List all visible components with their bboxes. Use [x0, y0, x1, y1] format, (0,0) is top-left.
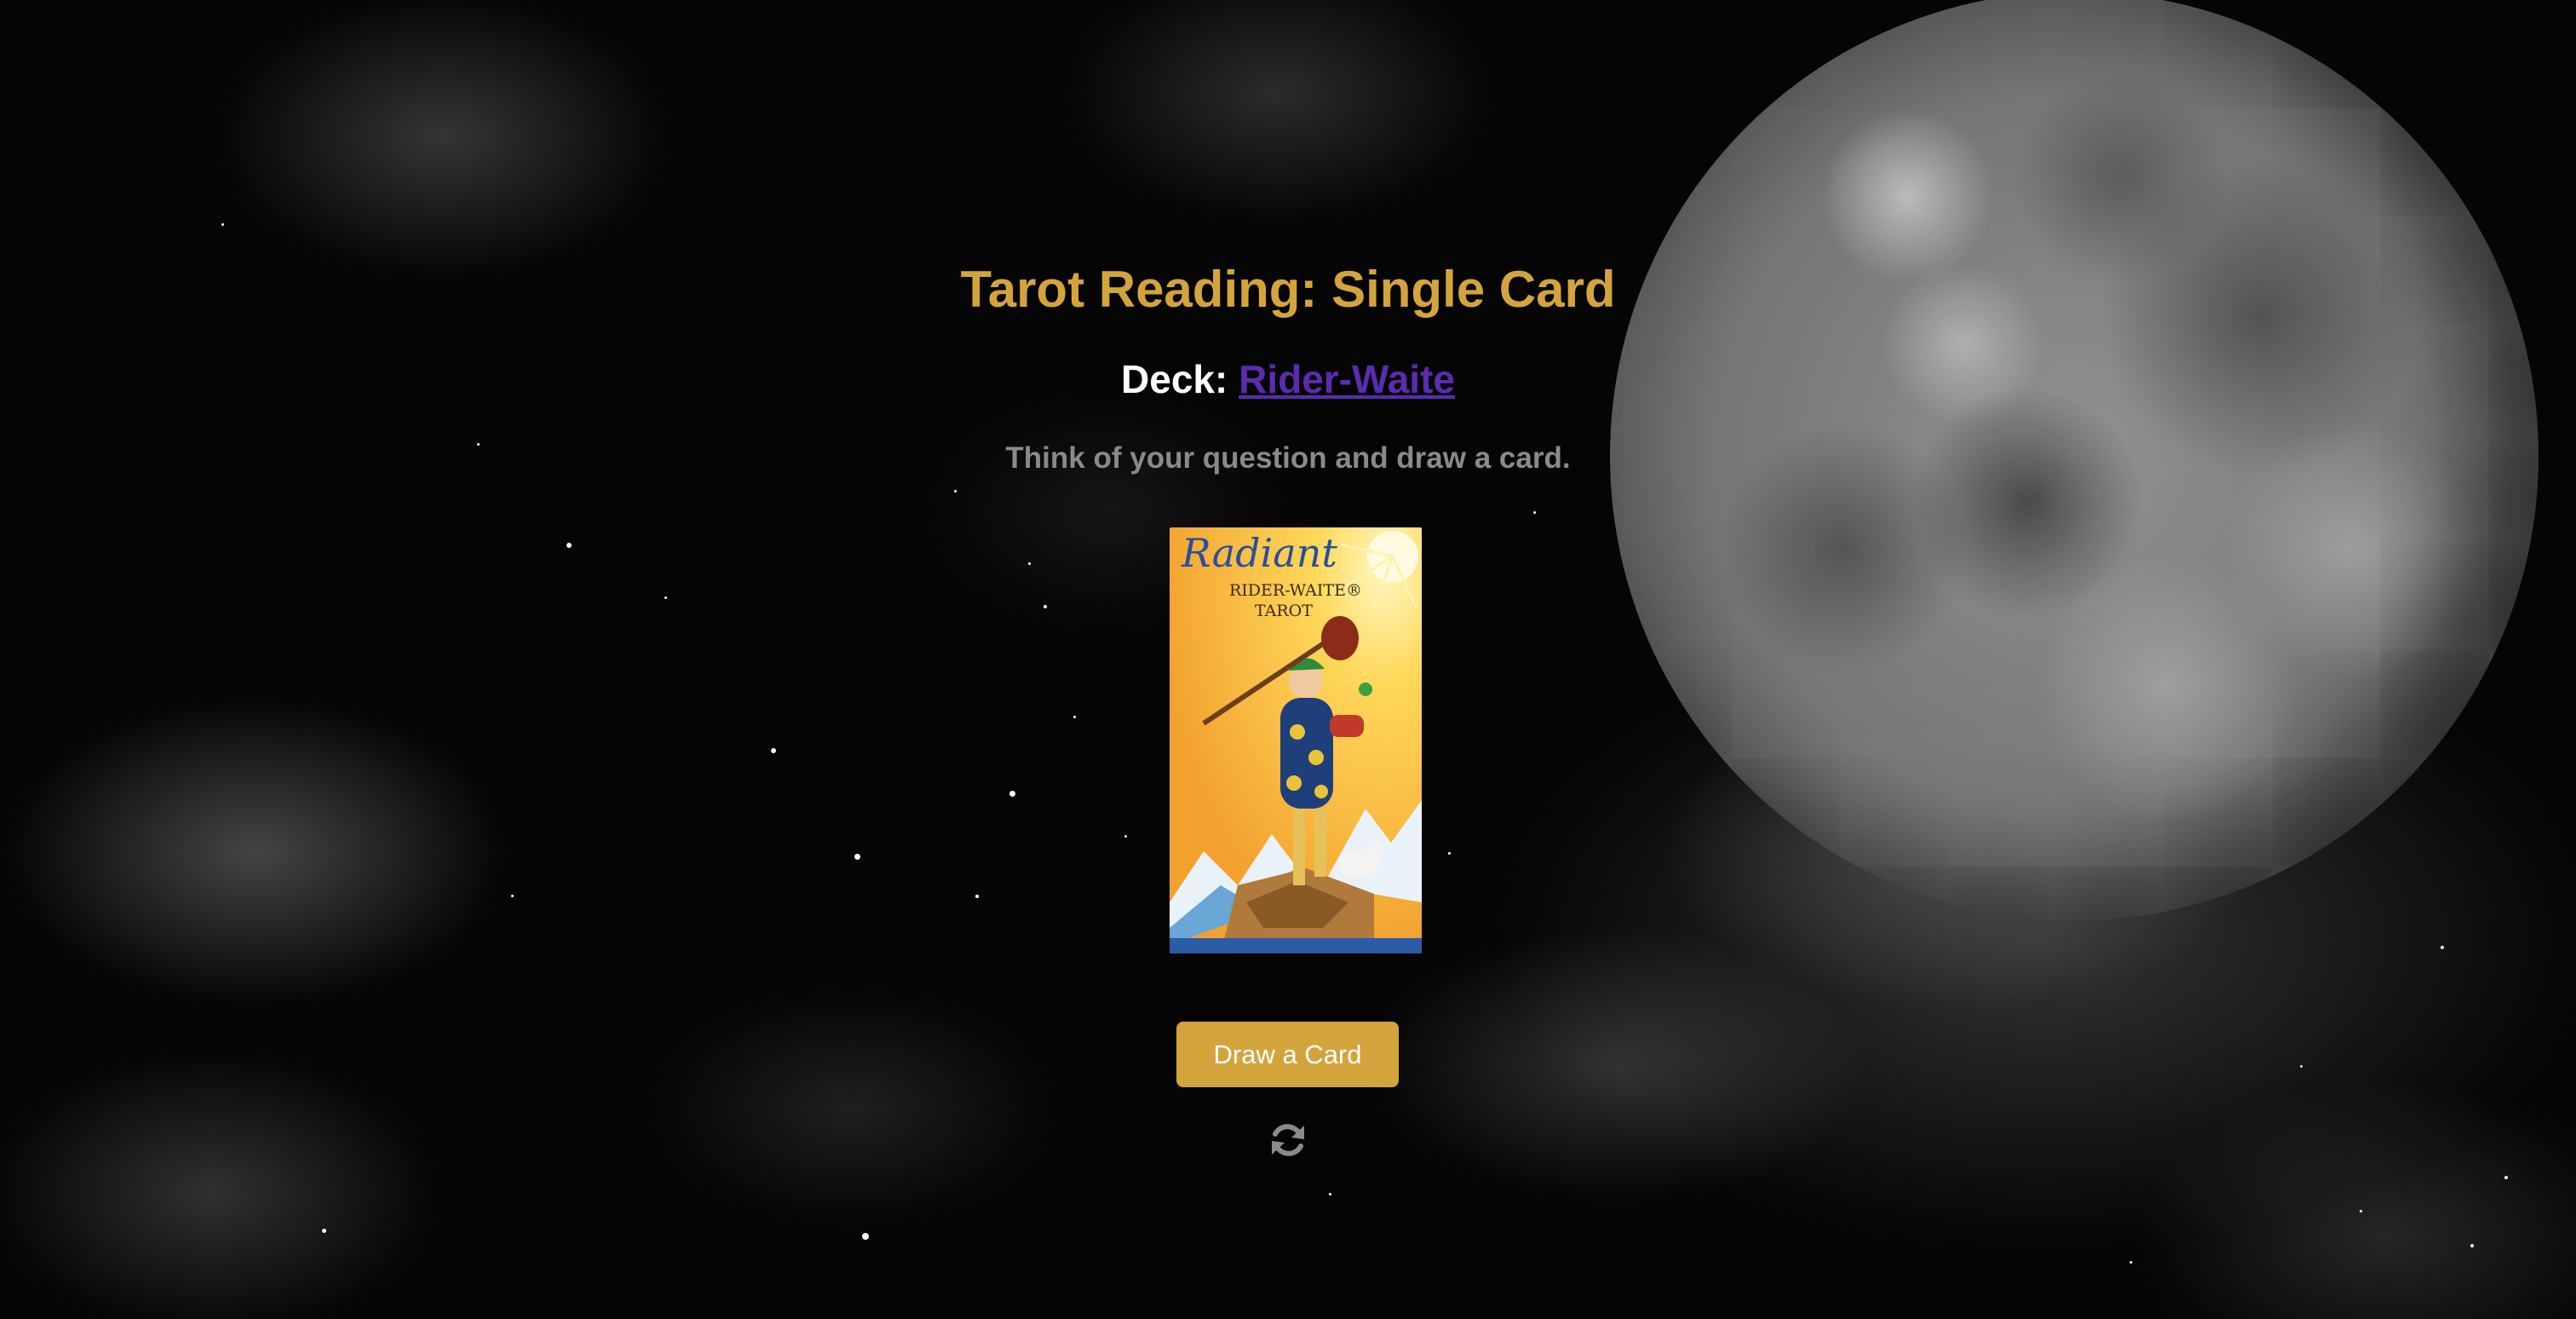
instructions-text: Think of your question and draw a card. [1005, 441, 1571, 475]
page-title: Tarot Reading: Single Card [960, 261, 1616, 318]
card-title-line-2: TAROT [1255, 602, 1313, 620]
draw-card-button[interactable]: Draw a Card [1176, 1022, 1399, 1087]
deck-label: Deck: [1121, 357, 1228, 401]
card-title-line-1: RIDER-WAITE® [1229, 581, 1362, 600]
refresh-icon[interactable] [1267, 1119, 1309, 1161]
deck-line: Deck: Rider-Waite [0, 356, 2576, 402]
page: Tarot Reading: Single Card Deck: Rider-W… [0, 0, 2576, 1319]
deck-link-rider-waite[interactable]: Rider-Waite [1239, 357, 1455, 401]
card-back-image[interactable]: Radiant RIDER-WAITE® TAROT [1170, 527, 1422, 953]
card-title-script: Radiant [1181, 530, 1337, 576]
reading-panel: Tarot Reading: Single Card Deck: Rider-W… [0, 0, 2576, 1319]
